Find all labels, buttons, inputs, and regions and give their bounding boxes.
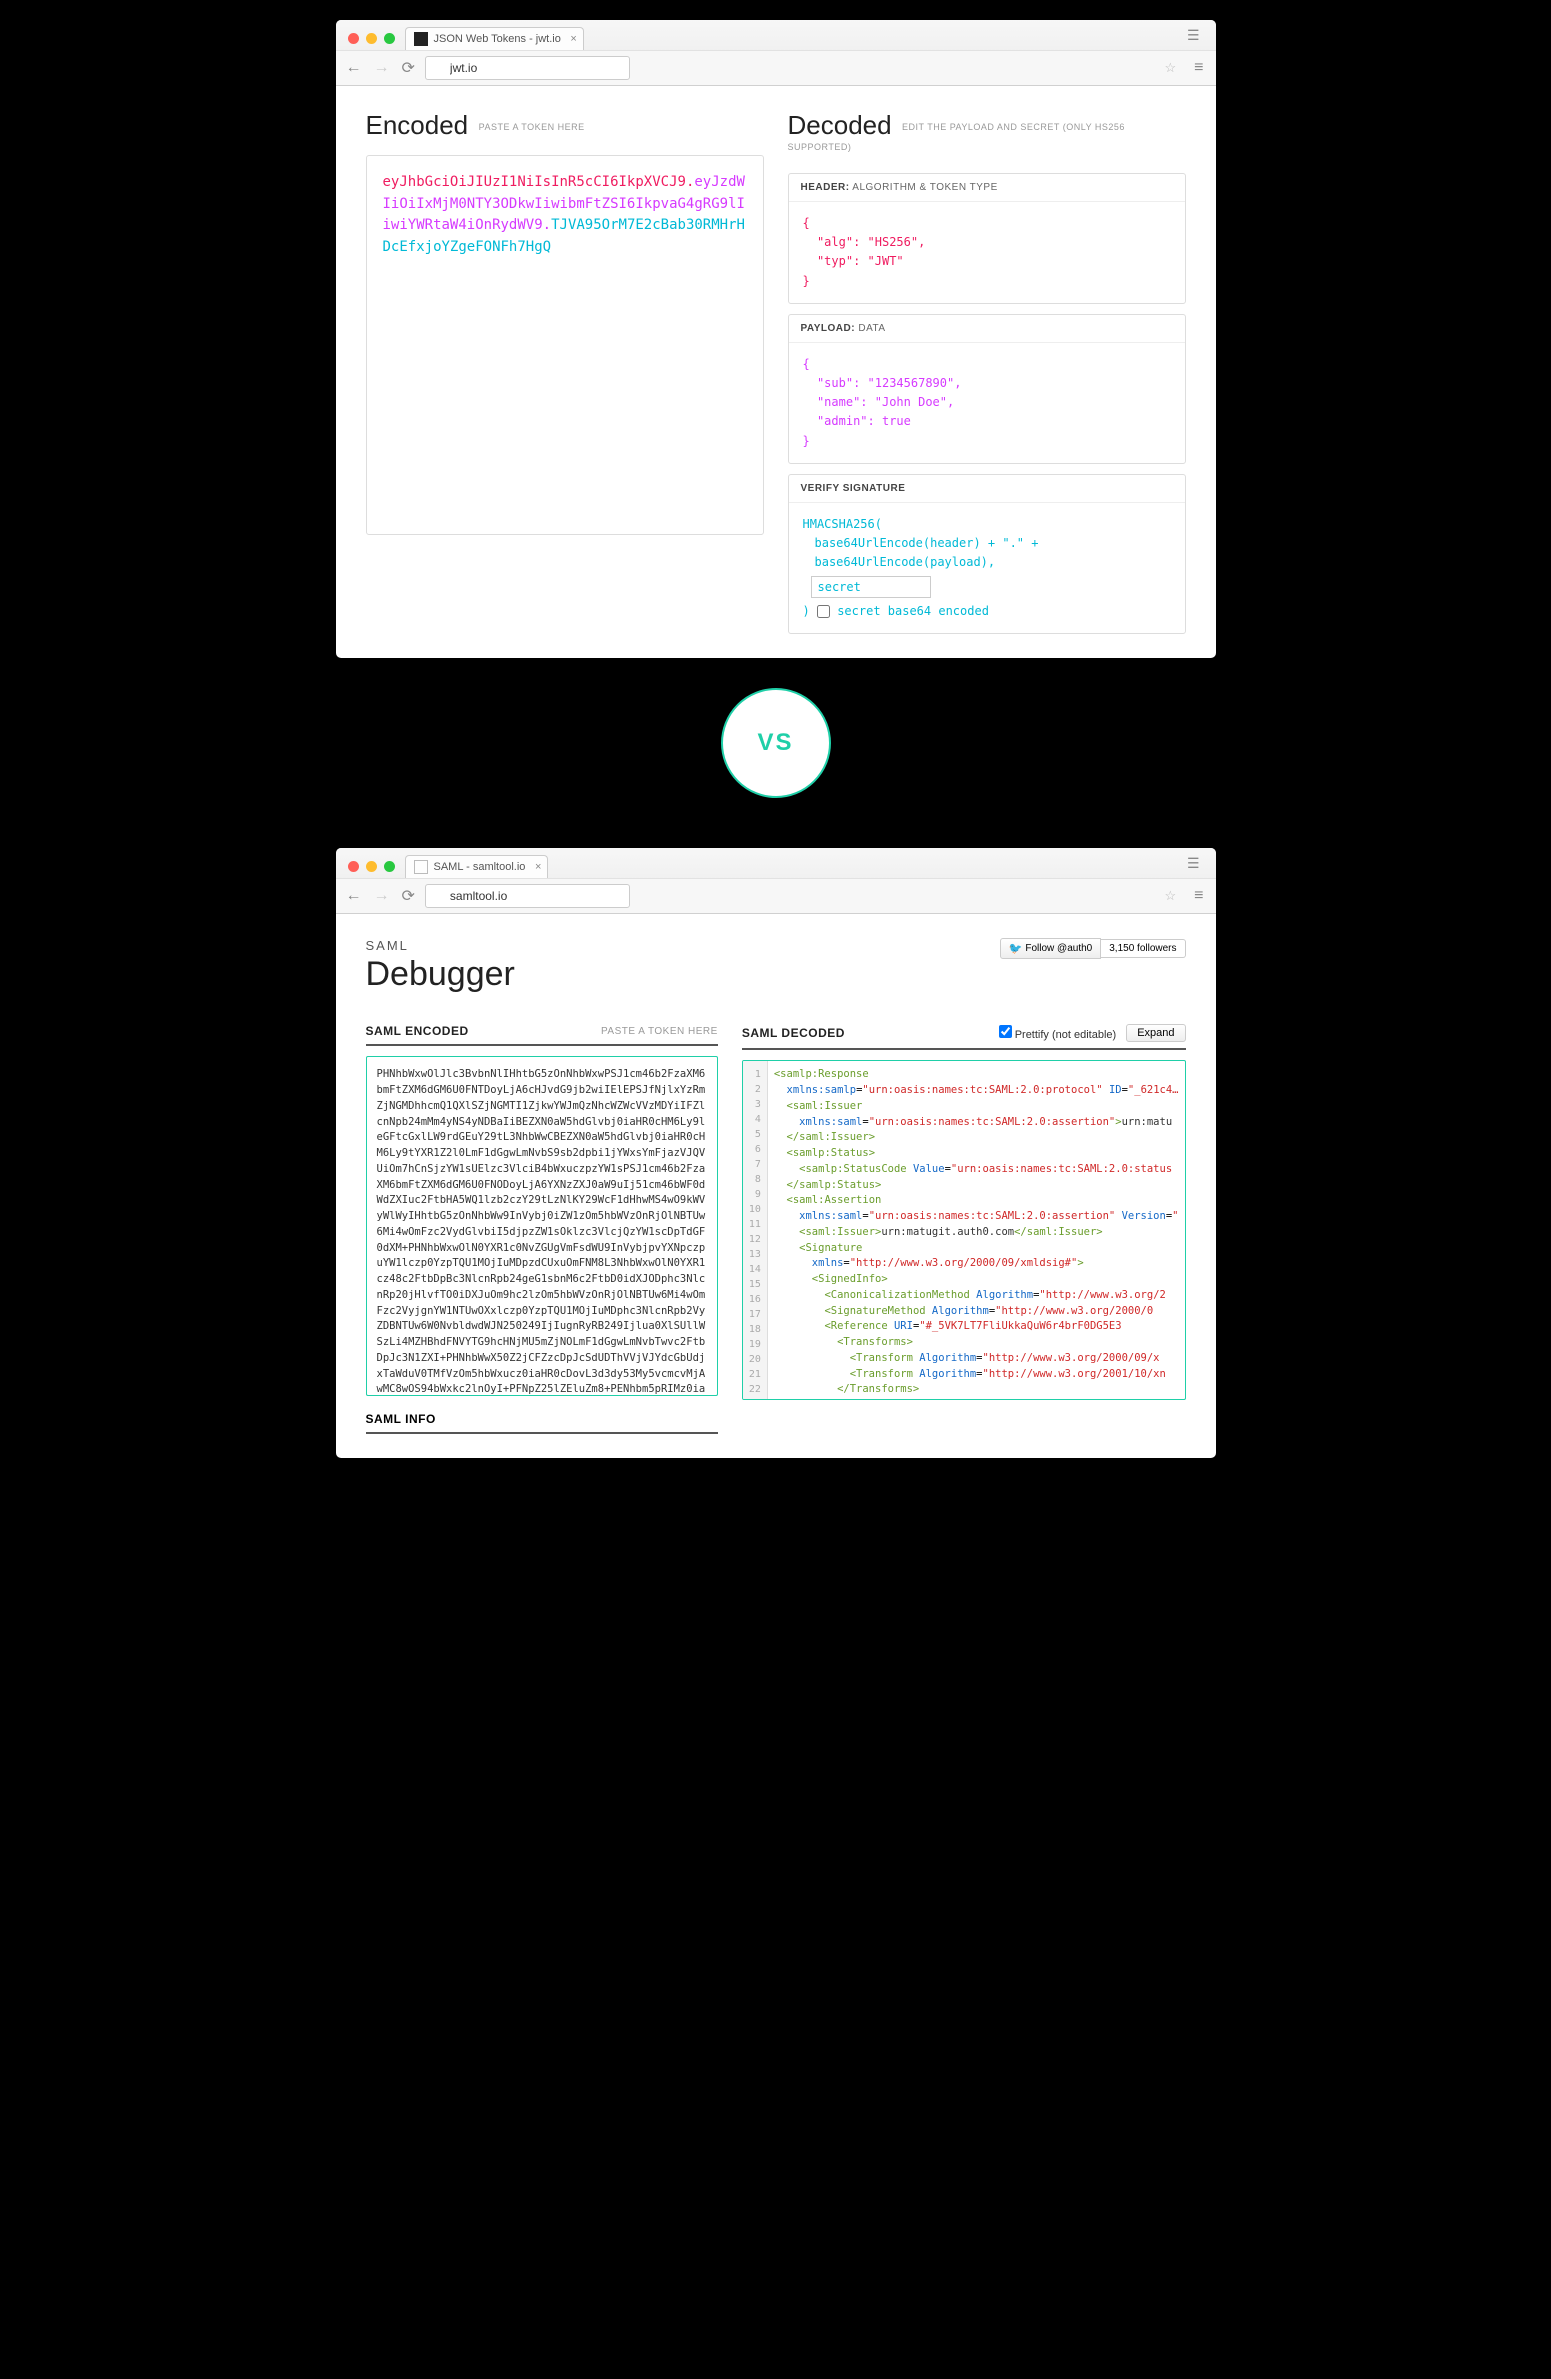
base64-checkbox[interactable] (817, 605, 830, 618)
saml-encoded-box[interactable]: PHNhbWxwOlJlc3BvbnNlIHhtbG5zOnNhbWxwPSJ1… (366, 1056, 718, 1396)
forward-icon: → (372, 887, 392, 905)
base64-label: secret base64 encoded (837, 604, 989, 618)
profile-icon[interactable]: ☰ (1179, 855, 1208, 878)
close-window-icon[interactable] (348, 33, 359, 44)
address-bar[interactable] (425, 56, 630, 80)
saml-info-heading: SAML INFO (366, 1412, 718, 1434)
line-number-gutter: 1234567891011121314151617181920212223242… (743, 1061, 768, 1399)
back-icon[interactable]: ← (344, 59, 364, 77)
sig-fn: HMACSHA256( (803, 515, 1171, 534)
signature-panel: VERIFY SIGNATURE HMACSHA256( base64UrlEn… (788, 474, 1186, 635)
sig-line2: base64UrlEncode(payload), (803, 553, 1171, 572)
jwt-favicon (414, 32, 428, 46)
zoom-window-icon[interactable] (384, 861, 395, 872)
sig-close: ) (803, 604, 810, 618)
bookmark-star-icon[interactable]: ☆ (1165, 60, 1177, 76)
saml-decoded-heading: SAML DECODED (742, 1026, 845, 1040)
prettify-checkbox[interactable] (999, 1025, 1012, 1038)
saml-page-title: Debugger (366, 955, 515, 994)
blank-favicon (414, 860, 428, 874)
header-sublabel: ALGORITHM & TOKEN TYPE (852, 182, 997, 193)
signature-label: VERIFY SIGNATURE (801, 483, 906, 494)
vs-badge: VS (721, 688, 831, 798)
follow-button[interactable]: 🐦Follow @auth0 (1000, 938, 1102, 959)
browser-chrome: JSON Web Tokens - jwt.io × ☰ ← → ⟳ ▭ ☆ ≡ (336, 20, 1216, 86)
twitter-bird-icon: 🐦 (1009, 942, 1023, 955)
reload-icon[interactable]: ⟳ (400, 58, 417, 78)
prettify-option[interactable]: Prettify (not editable) (999, 1025, 1117, 1041)
window-controls (344, 33, 401, 50)
hamburger-menu-icon[interactable]: ≡ (1190, 59, 1207, 77)
payload-panel: PAYLOAD: DATA { "sub": "1234567890", "na… (788, 314, 1186, 464)
close-window-icon[interactable] (348, 861, 359, 872)
encoded-heading: Encoded (366, 110, 469, 141)
saml-decoded-box[interactable]: 1234567891011121314151617181920212223242… (742, 1060, 1186, 1400)
forward-icon: → (372, 59, 392, 77)
followers-count: 3,150 followers (1101, 939, 1185, 958)
zoom-window-icon[interactable] (384, 33, 395, 44)
saml-encoded-hint: PASTE A TOKEN HERE (601, 1026, 718, 1037)
hamburger-menu-icon[interactable]: ≡ (1190, 887, 1207, 905)
saml-encoded-heading: SAML ENCODED (366, 1024, 469, 1038)
address-bar[interactable] (425, 884, 630, 908)
minimize-window-icon[interactable] (366, 861, 377, 872)
back-icon[interactable]: ← (344, 887, 364, 905)
tab-title: JSON Web Tokens - jwt.io (434, 33, 561, 45)
payload-sublabel: DATA (858, 323, 885, 334)
bookmark-star-icon[interactable]: ☆ (1165, 888, 1177, 904)
jwt-header-segment: eyJhbGciOiJIUzI1NiIsInR5cCI6IkpXVCJ9 (383, 174, 686, 190)
close-tab-icon[interactable]: × (570, 33, 576, 45)
tab-title: SAML - samltool.io (434, 861, 526, 873)
encoded-token-box[interactable]: eyJhbGciOiJIUzI1NiIsInR5cCI6IkpXVCJ9.eyJ… (366, 155, 764, 535)
profile-icon[interactable]: ☰ (1179, 27, 1208, 50)
browser-tab[interactable]: JSON Web Tokens - jwt.io × (405, 27, 584, 50)
window-controls (344, 861, 401, 878)
follow-label: Follow @auth0 (1025, 943, 1092, 954)
twitter-follow-widget: 🐦Follow @auth0 3,150 followers (1000, 938, 1186, 959)
payload-json[interactable]: { "sub": "1234567890", "name": "John Doe… (789, 343, 1185, 463)
header-json[interactable]: { "alg": "HS256", "typ": "JWT" } (789, 202, 1185, 303)
expand-button[interactable]: Expand (1126, 1024, 1185, 1042)
saml-browser-window: SAML - samltool.io × ☰ ← → ⟳ ▭ ☆ ≡ (336, 848, 1216, 1458)
decoded-heading: Decoded (788, 110, 892, 141)
prettify-label: Prettify (not editable) (1015, 1029, 1117, 1041)
browser-tab[interactable]: SAML - samltool.io × (405, 855, 549, 878)
secret-input[interactable] (811, 576, 931, 598)
jwt-browser-window: JSON Web Tokens - jwt.io × ☰ ← → ⟳ ▭ ☆ ≡ (336, 20, 1216, 658)
sig-line1: base64UrlEncode(header) + "." + (803, 534, 1171, 553)
browser-chrome: SAML - samltool.io × ☰ ← → ⟳ ▭ ☆ ≡ (336, 848, 1216, 914)
xml-code-view: <samlp:Response xmlns:samlp="urn:oasis:n… (768, 1061, 1185, 1399)
saml-kicker: SAML (366, 938, 515, 953)
minimize-window-icon[interactable] (366, 33, 377, 44)
reload-icon[interactable]: ⟳ (400, 886, 417, 906)
close-tab-icon[interactable]: × (535, 861, 541, 873)
payload-label: PAYLOAD: (801, 323, 856, 334)
header-label: HEADER: (801, 182, 850, 193)
encoded-hint: PASTE A TOKEN HERE (479, 122, 585, 132)
header-panel: HEADER: ALGORITHM & TOKEN TYPE { "alg": … (788, 173, 1186, 304)
